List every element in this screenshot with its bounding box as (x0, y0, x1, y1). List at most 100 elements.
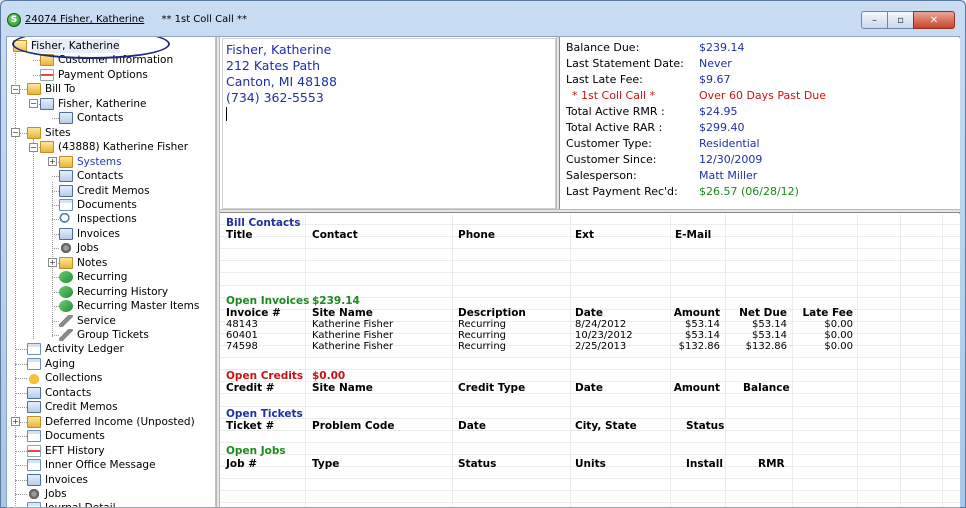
recurring-history-icon (59, 285, 73, 298)
tree-item[interactable]: Jobs (27, 487, 67, 501)
tree-item[interactable]: Collections (27, 371, 102, 385)
tree-item-label: Recurring (77, 271, 128, 284)
payment-icon (40, 68, 54, 81)
tree-item[interactable]: EFT History (27, 444, 105, 458)
tree-item[interactable]: Service (59, 314, 116, 328)
tree-item[interactable]: Notes (59, 256, 107, 270)
tree-expander[interactable]: − (11, 128, 20, 138)
summary-value: $9.67 (699, 73, 731, 86)
window-controls: – ▫ ✕ (861, 11, 955, 29)
folder-icon (59, 155, 73, 168)
tree-item[interactable]: Bill To (27, 82, 75, 96)
tree-expander[interactable]: − (11, 84, 20, 94)
tree-item-label: Credit Memos (77, 184, 150, 197)
tree-expander[interactable]: + (11, 417, 20, 427)
grid-column-line (452, 214, 453, 507)
tree-item[interactable]: Inner Office Message (27, 458, 156, 472)
tree-item[interactable]: Systems (59, 155, 122, 169)
grid-row-line (220, 478, 960, 480)
group-tickets-icon (59, 329, 73, 341)
tree-item-label: (43888) Katherine Fisher (58, 141, 189, 154)
tree-item[interactable]: Customer Information (40, 53, 173, 67)
tree-expander[interactable]: − (29, 99, 38, 109)
credit-memo-icon (59, 184, 73, 197)
tree-item[interactable]: Journal Detail (27, 501, 116, 507)
document-icon (27, 430, 41, 443)
horizontal-splitter[interactable] (220, 209, 960, 213)
column-header: Net Due (739, 307, 787, 319)
close-button[interactable]: ✕ (913, 11, 955, 29)
tree-item-label: Invoices (77, 227, 121, 240)
tree-item[interactable]: Deferred Income (Unposted) (27, 415, 195, 429)
summary-label: Last Statement Date: (566, 57, 684, 70)
tree-expander[interactable]: − (29, 142, 38, 152)
title-status: ** 1st Coll Call ** (161, 14, 247, 25)
navigation-tree[interactable]: Fisher, Katherine Customer Information Pay… (7, 37, 216, 507)
tree-item[interactable]: Aging (27, 357, 75, 371)
tree-item[interactable]: Documents (27, 429, 105, 443)
account-detail-grid: Bill Contacts Title Contact Phone Ext E-Mail O… (220, 214, 960, 507)
tree-item[interactable]: Invoices (59, 227, 120, 241)
tree-item[interactable]: Sites (27, 126, 71, 140)
tree-item-label: Notes (77, 256, 108, 269)
tree-guide-line (15, 407, 27, 409)
title-bar[interactable]: S 24074 Fisher, Katherine ** 1st Coll Ca… (1, 1, 965, 31)
tree-item[interactable]: Inspections (59, 212, 137, 226)
ledger-icon (27, 343, 41, 356)
tree-item[interactable]: Documents (59, 198, 137, 212)
tree-item-label: Collections (45, 372, 103, 385)
tree-item-label: Customer Information (58, 54, 174, 67)
tree-item[interactable]: Contacts (59, 111, 123, 125)
summary-value: Never (699, 57, 732, 70)
recurring-master-icon (59, 300, 73, 313)
tree-item[interactable]: Contacts (27, 386, 91, 400)
tree-item[interactable]: Credit Memos (59, 184, 150, 198)
maximize-button[interactable]: ▫ (887, 11, 914, 29)
tree-guide-line (52, 233, 59, 235)
tree-item[interactable]: (43888) Katherine Fisher (40, 140, 188, 154)
column-header: Amount (673, 307, 720, 319)
grid-column-line (570, 214, 571, 507)
tree-item[interactable]: Fisher, Katherine (40, 97, 147, 111)
tree-item[interactable]: Invoices (27, 473, 88, 487)
column-header: Site Name (312, 382, 373, 394)
tree-guide-line (52, 204, 59, 206)
tree-item[interactable]: Recurring Master Items (59, 299, 199, 313)
column-header: E-Mail (675, 229, 712, 241)
tree-item[interactable]: Credit Memos (27, 400, 118, 414)
column-header: Invoice # (226, 307, 281, 319)
grid-row-line (220, 405, 960, 407)
middle-splitter[interactable] (556, 37, 560, 209)
column-header: Description (458, 307, 526, 319)
tree-item[interactable]: Jobs (59, 241, 99, 255)
section-title-open-jobs: Open Jobs (226, 445, 286, 457)
tree-item-label: Documents (45, 430, 105, 443)
tree-guide-line (52, 248, 59, 250)
section-title-open-tickets: Open Tickets (226, 408, 303, 420)
summary-value: $26.57 (06/28/12) (699, 185, 799, 198)
column-header: Date (575, 307, 603, 319)
tree-guide-line (52, 277, 59, 279)
summary-value: $299.40 (699, 121, 745, 134)
grid-cell: 2/25/2013 (575, 341, 627, 352)
tree-item[interactable]: Contacts (59, 169, 123, 183)
client-area: Fisher, Katherine Customer Information Pay… (6, 36, 960, 508)
tree-item[interactable]: Activity Ledger (27, 342, 124, 356)
minimize-button[interactable]: – (861, 11, 888, 29)
tree-expander[interactable]: + (48, 258, 57, 268)
window-title: 24074 Fisher, Katherine ** 1st Coll Call… (25, 14, 247, 25)
tree-item[interactable]: Recurring History (59, 285, 168, 299)
tree-item-label: Contacts (45, 386, 92, 399)
tree-expander[interactable]: + (48, 157, 57, 167)
grid-column-line (670, 214, 671, 507)
message-icon (27, 459, 41, 472)
tree-item[interactable]: Fisher, Katherine (13, 39, 120, 53)
eft-icon (27, 444, 41, 457)
column-header: Ext (575, 229, 594, 241)
tree-item[interactable]: Payment Options (40, 68, 148, 82)
column-header: Title (226, 229, 253, 241)
folder-open-icon (13, 40, 27, 52)
summary-row: Customer Type: Residential (566, 136, 956, 151)
tree-item[interactable]: Group Tickets (59, 328, 149, 342)
tree-item[interactable]: Recurring (59, 270, 127, 284)
